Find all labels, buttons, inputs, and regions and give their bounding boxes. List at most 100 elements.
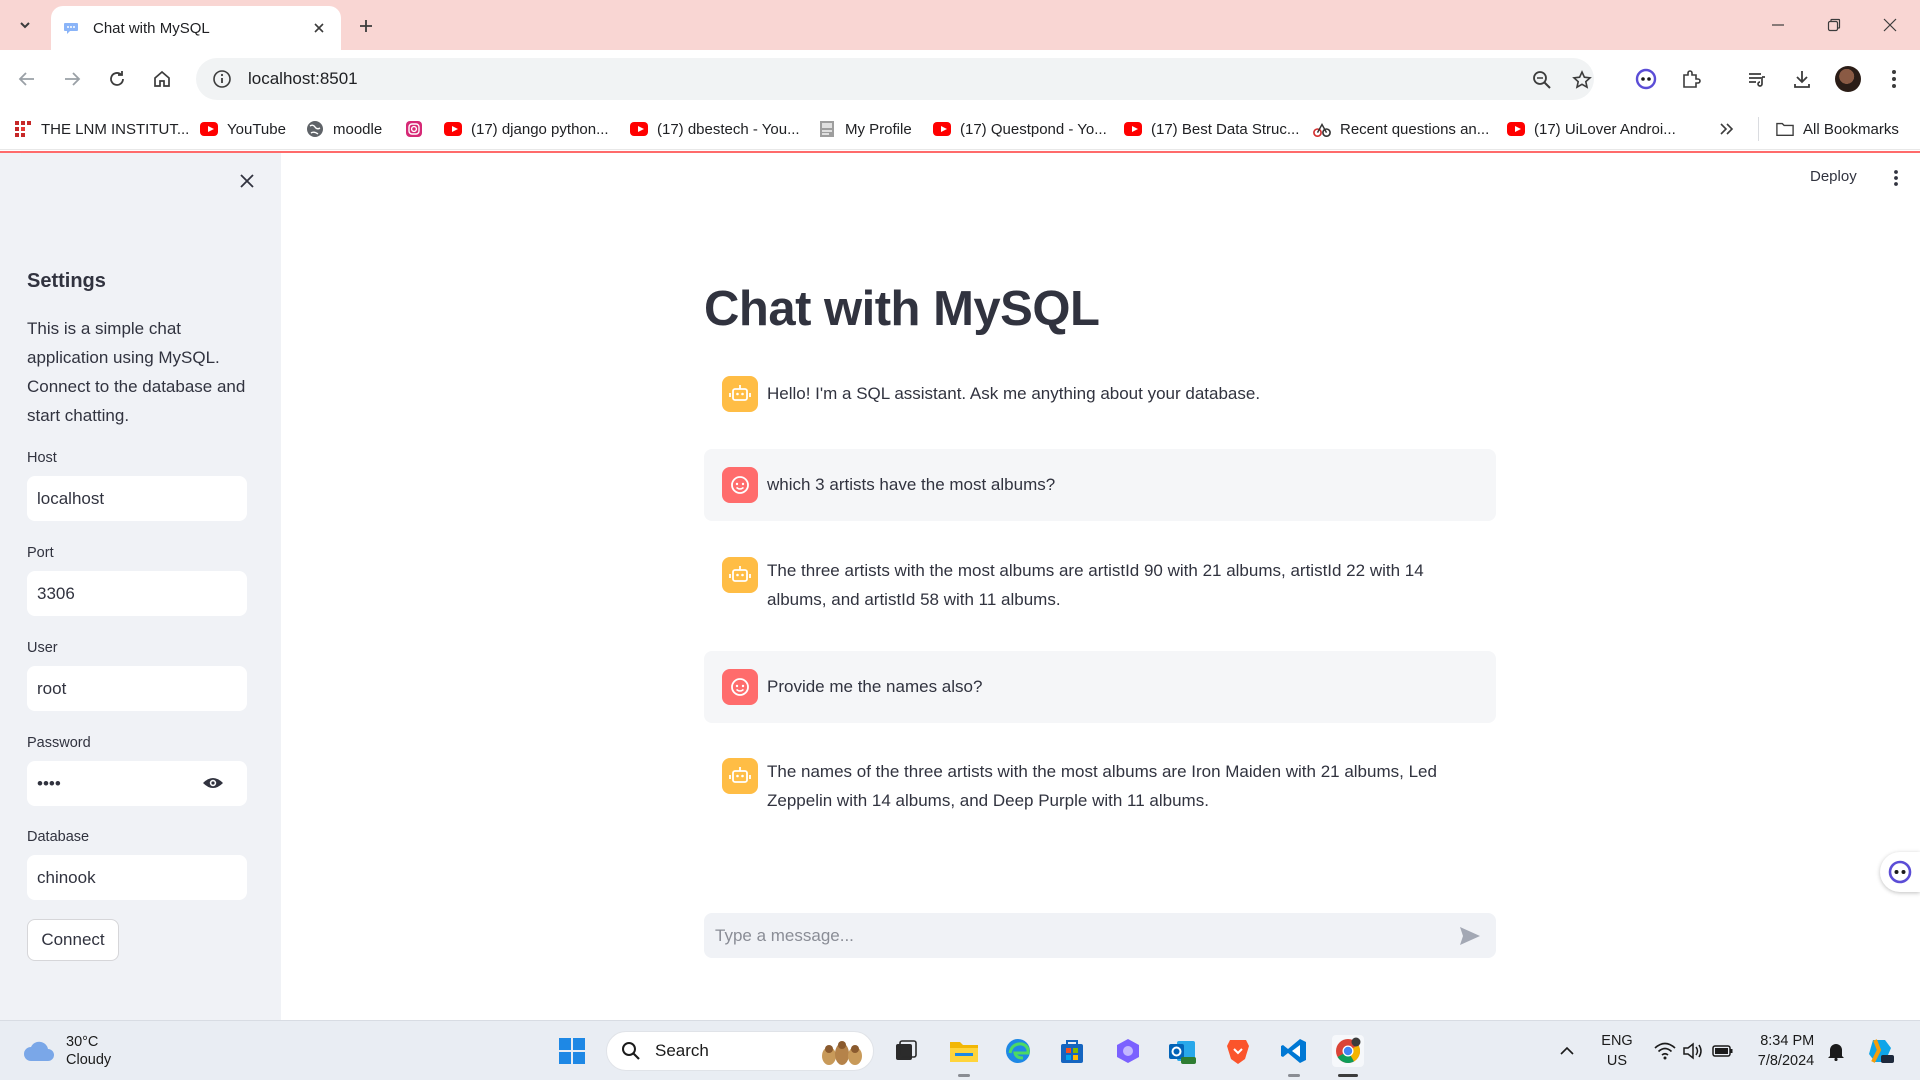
- copilot-floating-icon[interactable]: [1880, 852, 1920, 892]
- tab-title: Chat with MySQL: [93, 19, 210, 37]
- all-bookmarks[interactable]: All Bookmarks: [1776, 118, 1899, 140]
- send-icon[interactable]: [1458, 924, 1482, 948]
- assistant-avatar-icon: [722, 758, 758, 794]
- url-text: localhost:8501: [248, 69, 358, 88]
- host-input[interactable]: localhost: [27, 476, 247, 521]
- youtube-icon: [444, 120, 462, 138]
- volume-icon[interactable]: [1680, 1021, 1706, 1080]
- profile-page-icon: [818, 120, 836, 138]
- clock-date: 7/8/2024: [1757, 1053, 1815, 1069]
- microsoft-store-icon[interactable]: [1056, 1035, 1088, 1067]
- bookmark-label: (17) Best Data Struc...: [1151, 120, 1300, 138]
- bookmark-label: THE LNM INSTITUT...: [41, 120, 190, 138]
- user-input[interactable]: root: [27, 666, 247, 711]
- active-tab[interactable]: Chat with MySQL: [51, 6, 341, 50]
- bookmark-recent-questions[interactable]: Recent questions an...: [1313, 118, 1489, 140]
- windows-start-icon[interactable]: [556, 1035, 588, 1067]
- bookmark-youtube[interactable]: YouTube: [200, 118, 286, 140]
- clock[interactable]: 8:34 PM 7/8/2024: [1748, 1021, 1824, 1080]
- browser-toolbar: localhost:8501: [0, 50, 1920, 108]
- forward-icon[interactable]: [57, 64, 87, 94]
- copilot-preview-icon[interactable]: [1862, 1021, 1898, 1080]
- windows-taskbar: 30°C Cloudy Search ENG US 8:34 PM 7/8/20…: [0, 1020, 1920, 1080]
- youtube-icon: [1124, 120, 1142, 138]
- new-tab-plus-icon[interactable]: [352, 12, 380, 40]
- password-input[interactable]: ••••: [27, 761, 247, 806]
- streamlit-header-accent-line: [0, 151, 1920, 153]
- user-avatar-icon: [722, 467, 758, 503]
- minimize-icon[interactable]: [1750, 0, 1806, 50]
- host-label: Host: [27, 450, 57, 466]
- task-view-icon[interactable]: [890, 1035, 922, 1067]
- taskbar-search-label: Search: [655, 1041, 709, 1060]
- database-input[interactable]: chinook: [27, 855, 247, 900]
- deploy-button[interactable]: Deploy: [1810, 168, 1857, 185]
- chrome-browser-icon[interactable]: [1332, 1035, 1364, 1067]
- bookmark-instagram[interactable]: [405, 118, 432, 140]
- bookmark-django[interactable]: (17) django python...: [444, 118, 609, 140]
- language-indicator[interactable]: ENG US: [1596, 1021, 1638, 1080]
- back-icon[interactable]: [12, 64, 42, 94]
- assistant-avatar-icon: [722, 557, 758, 593]
- user-label: User: [27, 640, 58, 656]
- sidebar-description: This is a simple chat application using …: [27, 319, 246, 425]
- bookmark-my-profile[interactable]: My Profile: [818, 118, 912, 140]
- chat-message-user: which 3 artists have the most albums?: [704, 449, 1496, 521]
- browser-menu-icon[interactable]: [1879, 64, 1909, 94]
- cloud-icon: [24, 1041, 54, 1061]
- home-icon[interactable]: [147, 64, 177, 94]
- restore-icon[interactable]: [1806, 0, 1862, 50]
- app-menu-icon[interactable]: [1884, 166, 1908, 190]
- copilot-app-icon[interactable]: [1112, 1035, 1144, 1067]
- bookmark-uilover[interactable]: (17) UiLover Androi...: [1507, 118, 1676, 140]
- window-close-icon[interactable]: [1862, 0, 1918, 50]
- edge-browser-icon[interactable]: [1002, 1035, 1034, 1067]
- media-control-icon[interactable]: [1742, 64, 1772, 94]
- download-icon[interactable]: [1787, 64, 1817, 94]
- bookmark-data-structures[interactable]: (17) Best Data Struc...: [1124, 118, 1299, 140]
- vscode-icon[interactable]: [1278, 1035, 1310, 1067]
- more-bookmarks-icon[interactable]: [1718, 118, 1734, 140]
- battery-icon[interactable]: [1710, 1021, 1736, 1080]
- bookmark-label: (17) Questpond - Yo...: [960, 120, 1107, 138]
- outlook-new-icon[interactable]: [1166, 1035, 1198, 1067]
- brave-browser-icon[interactable]: [1222, 1035, 1254, 1067]
- bookmark-dbestech[interactable]: (17) dbestech - You...: [630, 118, 800, 140]
- copilot-extension-icon[interactable]: [1631, 64, 1661, 94]
- bookmark-label: Recent questions an...: [1340, 120, 1490, 138]
- weather-widget[interactable]: 30°C Cloudy: [22, 1033, 111, 1069]
- qa-site-icon: [1313, 120, 1331, 138]
- bookmark-label: (17) dbestech - You...: [657, 120, 800, 138]
- show-password-eye-icon[interactable]: [201, 773, 225, 793]
- site-info-icon[interactable]: [212, 69, 232, 89]
- taskbar-search[interactable]: Search: [606, 1031, 874, 1071]
- sidebar-close-icon[interactable]: [233, 167, 261, 195]
- tab-close-icon[interactable]: [309, 18, 329, 38]
- chrome-active-indicator: [1338, 1074, 1358, 1077]
- bookmark-lnm[interactable]: THE LNM INSTITUT...: [14, 118, 189, 140]
- port-input[interactable]: 3306: [27, 571, 247, 616]
- reload-icon[interactable]: [102, 64, 132, 94]
- chat-message-user: Provide me the names also?: [704, 651, 1496, 723]
- zoom-icon[interactable]: [1530, 68, 1554, 92]
- bookmark-moodle[interactable]: moodle: [306, 118, 382, 140]
- show-hidden-icons-chevron-icon[interactable]: [1554, 1021, 1580, 1080]
- bookmark-star-icon[interactable]: [1570, 68, 1594, 92]
- wifi-icon[interactable]: [1652, 1021, 1678, 1080]
- extensions-puzzle-icon[interactable]: [1676, 64, 1706, 94]
- notification-bell-icon[interactable]: [1824, 1021, 1848, 1080]
- file-explorer-icon[interactable]: [948, 1035, 980, 1067]
- vscode-running-indicator: [1288, 1074, 1300, 1077]
- address-bar[interactable]: localhost:8501: [196, 58, 1594, 100]
- bookmark-label: YouTube: [227, 120, 286, 138]
- connect-button[interactable]: Connect: [27, 919, 119, 961]
- message-text: which 3 artists have the most albums?: [767, 475, 1056, 494]
- chevron-down-icon: [20, 22, 30, 29]
- message-text: The three artists with the most albums a…: [767, 561, 1424, 609]
- weather-desc: Cloudy: [66, 1052, 112, 1068]
- profile-avatar[interactable]: [1835, 66, 1861, 92]
- tab-search-button[interactable]: [10, 10, 40, 40]
- password-value: ••••: [37, 773, 61, 793]
- chat-input[interactable]: Type a message...: [704, 913, 1496, 958]
- bookmark-questpond[interactable]: (17) Questpond - Yo...: [933, 118, 1107, 140]
